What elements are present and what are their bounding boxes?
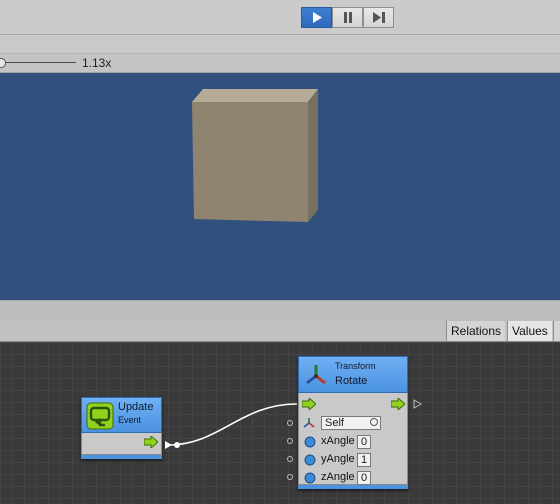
- input-port[interactable]: [287, 474, 293, 480]
- zoom-slider-handle[interactable]: [0, 58, 6, 68]
- param-row: yAngle 1: [299, 452, 407, 468]
- play-button[interactable]: [301, 7, 332, 28]
- flow-out-hollow-port-icon[interactable]: [413, 399, 422, 409]
- node-category: Transform: [335, 361, 376, 371]
- tab-overflow[interactable]: [553, 321, 560, 341]
- toolbar-strip: [0, 35, 560, 54]
- object-picker-icon[interactable]: [370, 418, 378, 426]
- update-event-icon: [86, 402, 114, 430]
- zoom-slider-track[interactable]: [0, 62, 76, 63]
- param-value-field[interactable]: 0: [357, 435, 371, 449]
- param-value-field[interactable]: 1: [357, 453, 371, 467]
- pause-icon: [343, 12, 352, 23]
- flow-out-port-icon[interactable]: [144, 436, 158, 448]
- node-title: Rotate: [335, 375, 368, 387]
- flow-out-port-icon[interactable]: [391, 398, 405, 410]
- param-row: zAngle 0: [299, 470, 407, 486]
- cube-render: [192, 89, 318, 222]
- param-label: xAngle: [321, 435, 355, 447]
- tab-values[interactable]: Values: [507, 321, 552, 341]
- param-label: zAngle: [321, 471, 355, 483]
- input-port[interactable]: [287, 438, 293, 444]
- param-label: yAngle: [321, 453, 355, 465]
- top-toolbar: [0, 0, 560, 35]
- rotate-node[interactable]: Transform Rotate Self xAngle 0 yAngle 1 …: [298, 356, 408, 489]
- target-axes-icon: [303, 418, 315, 428]
- input-port[interactable]: [287, 456, 293, 462]
- target-value: Self: [325, 417, 344, 429]
- node-title: Update: [118, 401, 154, 413]
- node-footer: [81, 455, 162, 459]
- update-event-node[interactable]: Update Event: [81, 397, 162, 459]
- node-subtitle: Event: [118, 415, 142, 425]
- param-value-field[interactable]: 0: [357, 471, 371, 485]
- transform-axes-icon: [306, 365, 326, 385]
- float-param-icon: [304, 436, 316, 448]
- step-button[interactable]: [363, 7, 394, 28]
- pause-button[interactable]: [332, 7, 363, 28]
- flow-in-port-icon[interactable]: [302, 398, 316, 410]
- tab-relations[interactable]: Relations: [446, 321, 506, 341]
- step-icon: [372, 12, 385, 23]
- scene-view[interactable]: [0, 73, 560, 300]
- panel-tabs: Relations Values: [0, 321, 560, 342]
- target-field[interactable]: Self: [321, 416, 381, 430]
- zoom-label: 1.13x: [82, 56, 112, 70]
- input-port[interactable]: [287, 420, 293, 426]
- play-icon: [312, 12, 322, 23]
- param-row: xAngle 0: [299, 434, 407, 450]
- float-param-icon: [304, 472, 316, 484]
- scene-header: 1.13x: [0, 54, 560, 73]
- scene-footer: [0, 300, 560, 321]
- float-param-icon: [304, 454, 316, 466]
- graph-canvas[interactable]: Update Event Transform Rotate Self xAngl…: [0, 342, 560, 504]
